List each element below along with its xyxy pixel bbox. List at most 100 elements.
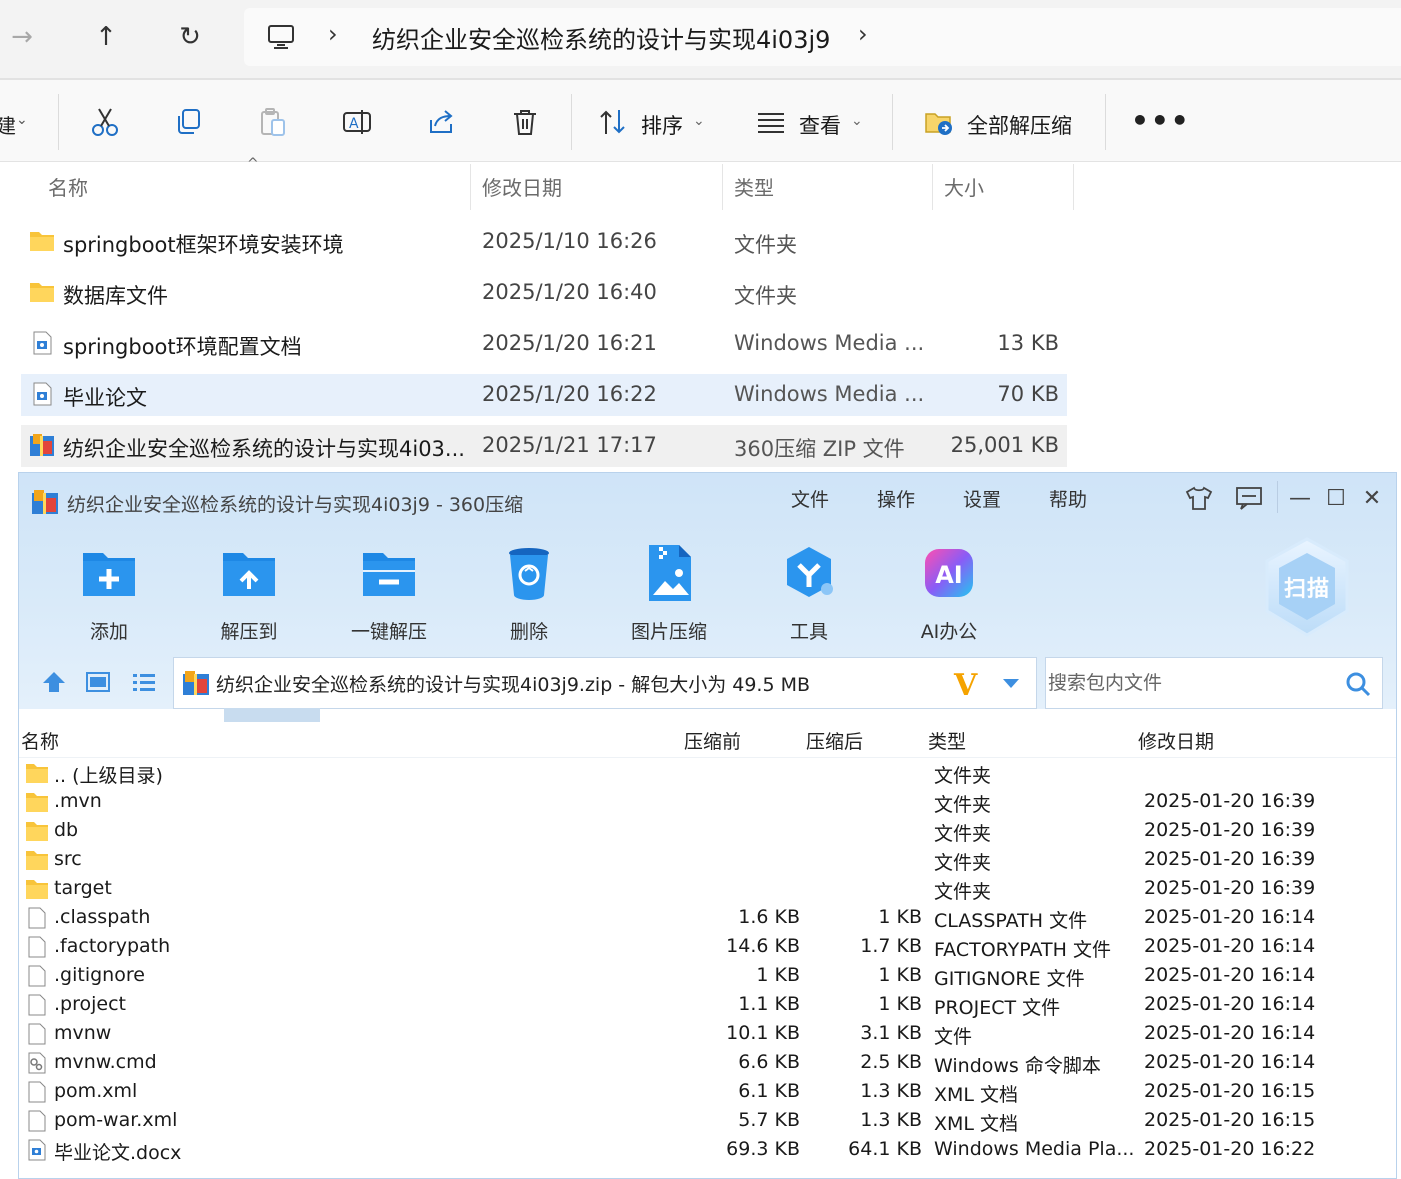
- ai-office-button[interactable]: AI AI办公: [894, 543, 1004, 644]
- archive-row[interactable]: mvnw.cmd 6.6 KB 2.5 KB Windows 命令脚本 2025…: [19, 1049, 1396, 1078]
- column-header-type[interactable]: 类型: [928, 727, 966, 757]
- maximize-button[interactable]: ☐: [1319, 483, 1353, 513]
- paste-icon[interactable]: [257, 106, 289, 138]
- file-row[interactable]: 数据库文件 2025/1/20 16:40 文件夹: [21, 272, 1067, 314]
- column-divider[interactable]: [470, 164, 471, 210]
- skin-button[interactable]: [1182, 483, 1216, 513]
- entry-modified: 2025-01-20 16:39: [1144, 877, 1316, 899]
- dropdown-arrow-icon[interactable]: [1000, 672, 1022, 694]
- column-header-modified[interactable]: 修改日期: [1138, 727, 1214, 757]
- entry-name: mvnw: [54, 1022, 112, 1044]
- list-view-button[interactable]: [129, 667, 159, 697]
- archive-row[interactable]: .mvn 文件夹 2025-01-20 16:39: [19, 788, 1396, 817]
- more-options-button[interactable]: •••: [1131, 104, 1191, 137]
- vip-logo-icon[interactable]: V: [954, 668, 977, 703]
- refresh-button[interactable]: ↻: [170, 16, 210, 58]
- this-pc-icon[interactable]: [266, 22, 296, 52]
- breadcrumb-chevron-icon[interactable]: ›: [858, 20, 868, 48]
- archive-path-field[interactable]: 纺织企业安全巡检系统的设计与实现4i03j9.zip - 解包大小为 49.5 …: [173, 657, 1037, 709]
- file-row[interactable]: springboot环境配置文档 2025/1/20 16:21 Windows…: [21, 323, 1067, 365]
- new-button[interactable]: 建: [0, 110, 16, 139]
- column-header-name[interactable]: 名称: [21, 727, 59, 757]
- view-button[interactable]: 查看: [799, 110, 841, 140]
- extract-all-button[interactable]: 全部解压缩: [967, 110, 1072, 140]
- minimize-button[interactable]: —: [1283, 483, 1317, 513]
- archive-row[interactable]: .factorypath 14.6 KB 1.7 KB FACTORYPATH …: [19, 933, 1396, 962]
- archive-row[interactable]: db 文件夹 2025-01-20 16:39: [19, 817, 1396, 846]
- close-button[interactable]: ✕: [1355, 483, 1389, 513]
- file-icon: [28, 994, 46, 1016]
- archive-row[interactable]: .. (上级目录) 文件夹: [19, 759, 1396, 788]
- search-icon[interactable]: [1344, 670, 1372, 698]
- archive-row[interactable]: 毕业论文.docx 69.3 KB 64.1 KB Windows Media …: [19, 1136, 1396, 1165]
- copy-icon[interactable]: [173, 106, 205, 138]
- extract-all-icon[interactable]: [923, 106, 955, 138]
- one-click-extract-button[interactable]: 一键解压: [334, 543, 444, 644]
- sort-icon[interactable]: [597, 106, 629, 138]
- extract-to-button[interactable]: 解压到: [194, 543, 304, 644]
- document-icon: [33, 382, 52, 406]
- folder-icon: [26, 793, 48, 812]
- tools-icon: [787, 547, 833, 597]
- menu-operations[interactable]: 操作: [877, 485, 915, 512]
- rename-icon[interactable]: A: [341, 106, 373, 138]
- tools-button[interactable]: 工具: [754, 543, 864, 644]
- add-button[interactable]: 添加: [54, 543, 164, 644]
- menu-file[interactable]: 文件: [791, 485, 829, 512]
- entry-size-before: 10.1 KB: [726, 1022, 800, 1044]
- column-header-size[interactable]: 大小: [934, 162, 1074, 210]
- column-header-before[interactable]: 压缩前: [684, 727, 741, 757]
- up-arrow-icon: [43, 672, 65, 692]
- feedback-button[interactable]: [1232, 483, 1266, 513]
- archive-row[interactable]: pom.xml 6.1 KB 1.3 KB XML 文档 2025-01-20 …: [19, 1078, 1396, 1107]
- entry-size-after: 64.1 KB: [848, 1138, 922, 1160]
- menu-help[interactable]: 帮助: [1049, 485, 1087, 512]
- thumbnail-view-button[interactable]: [83, 667, 113, 697]
- column-header-name[interactable]: 名称: [38, 162, 470, 210]
- entry-name: src: [54, 848, 82, 870]
- archive-row[interactable]: mvnw 10.1 KB 3.1 KB 文件 2025-01-20 16:14: [19, 1020, 1396, 1049]
- image-compress-button[interactable]: 图片压缩: [614, 543, 724, 644]
- list-view-icon: [133, 674, 155, 691]
- menu-settings[interactable]: 设置: [963, 485, 1001, 512]
- cut-icon[interactable]: [89, 106, 121, 138]
- file-row-hovered[interactable]: 纺织企业安全巡检系统的设计与实现4i03... 2025/1/21 17:17 …: [21, 425, 1067, 467]
- file-row[interactable]: springboot框架环境安装环境 2025/1/10 16:26 文件夹: [21, 221, 1067, 263]
- file-row-selected[interactable]: 毕业论文 2025/1/20 16:22 Windows Media ... 7…: [21, 374, 1067, 416]
- entry-name: .project: [54, 993, 126, 1015]
- column-divider[interactable]: [1073, 164, 1074, 210]
- chevron-down-icon[interactable]: ⌄: [16, 112, 28, 128]
- archive-row[interactable]: .gitignore 1 KB 1 KB GITIGNORE 文件 2025-0…: [19, 962, 1396, 991]
- archive-row[interactable]: target 文件夹 2025-01-20 16:39: [19, 875, 1396, 904]
- breadcrumb-chevron-icon[interactable]: ›: [328, 20, 338, 48]
- entry-size-after: 3.1 KB: [860, 1022, 922, 1044]
- chevron-down-icon[interactable]: ⌄: [693, 113, 705, 129]
- sort-button[interactable]: 排序: [641, 110, 683, 140]
- up-button[interactable]: ↑: [86, 16, 126, 58]
- delete-icon[interactable]: [509, 106, 541, 138]
- archive-row[interactable]: .project 1.1 KB 1 KB PROJECT 文件 2025-01-…: [19, 991, 1396, 1020]
- column-divider[interactable]: [932, 164, 933, 210]
- up-level-button[interactable]: [39, 667, 69, 697]
- share-icon[interactable]: [425, 106, 457, 138]
- file-name: springboot环境配置文档: [63, 335, 302, 359]
- view-icon[interactable]: [755, 106, 787, 138]
- column-header-modified[interactable]: 修改日期: [472, 162, 722, 210]
- breadcrumb-current-folder[interactable]: 纺织企业安全巡检系统的设计与实现4i03j9: [372, 20, 830, 55]
- delete-icon: [509, 548, 549, 600]
- search-box[interactable]: [1045, 657, 1383, 709]
- archive-row[interactable]: pom-war.xml 5.7 KB 1.3 KB XML 文档 2025-01…: [19, 1107, 1396, 1136]
- delete-button[interactable]: 删除: [474, 543, 584, 644]
- chevron-down-icon[interactable]: ⌄: [851, 113, 863, 129]
- address-bar[interactable]: › 纺织企业安全巡检系统的设计与实现4i03j9 ›: [244, 8, 1401, 66]
- column-divider[interactable]: [722, 164, 723, 210]
- column-header-type[interactable]: 类型: [724, 162, 932, 210]
- entry-modified: 2025-01-20 16:22: [1144, 1138, 1316, 1160]
- archive-row[interactable]: .classpath 1.6 KB 1 KB CLASSPATH 文件 2025…: [19, 904, 1396, 933]
- forward-button[interactable]: →: [2, 16, 42, 58]
- archive-path-text: 纺织企业安全巡检系统的设计与实现4i03j9.zip - 解包大小为 49.5 …: [216, 674, 811, 696]
- column-header-after[interactable]: 压缩后: [806, 727, 863, 757]
- scan-button[interactable]: 扫描: [1281, 571, 1333, 603]
- search-input[interactable]: [1046, 658, 1336, 708]
- archive-row[interactable]: src 文件夹 2025-01-20 16:39: [19, 846, 1396, 875]
